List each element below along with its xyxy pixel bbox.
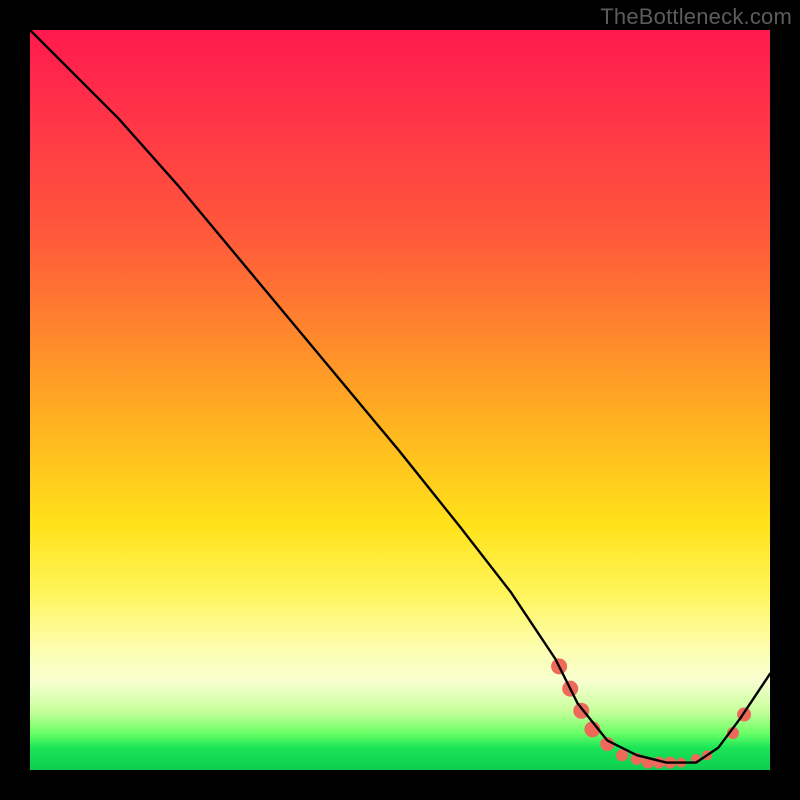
- marker-layer: [551, 658, 751, 768]
- chart-stage: TheBottleneck.com: [0, 0, 800, 800]
- chart-plot-area: [30, 30, 770, 770]
- chart-svg: [30, 30, 770, 770]
- curve-path: [30, 30, 770, 763]
- watermark-text: TheBottleneck.com: [600, 4, 792, 30]
